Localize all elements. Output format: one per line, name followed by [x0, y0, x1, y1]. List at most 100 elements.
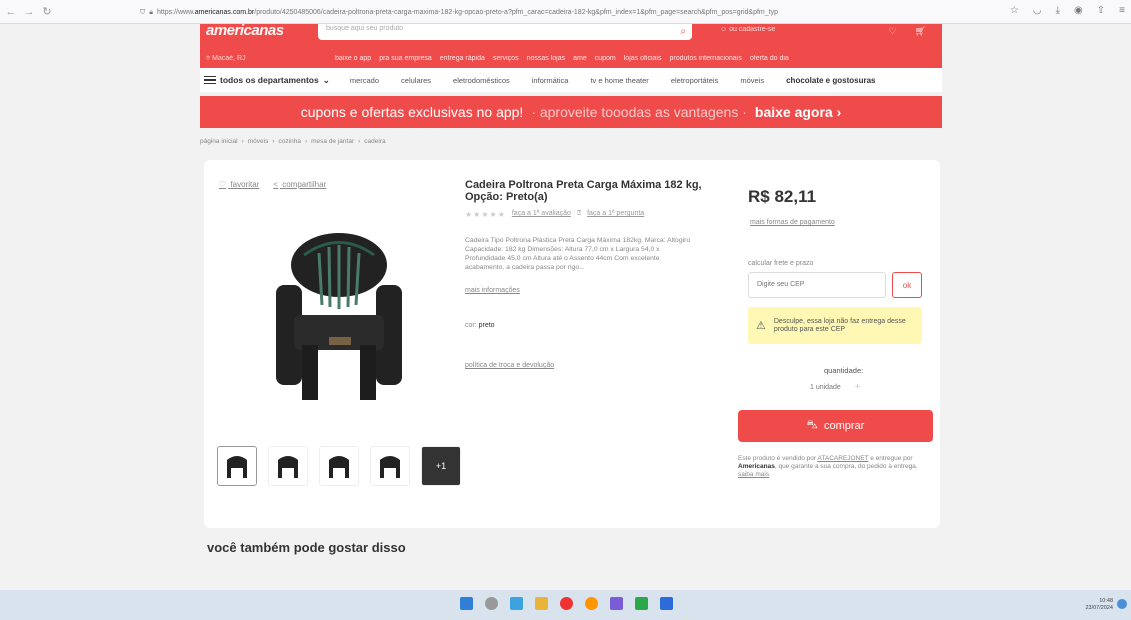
quick-link[interactable]: nossas lojas [527, 55, 566, 62]
quick-link[interactable]: oferta do dia [750, 55, 789, 62]
cart-icon[interactable]: 🛒︎ [915, 26, 926, 37]
pin-icon: ⌾ [206, 55, 211, 62]
product-image[interactable] [264, 225, 414, 410]
category-bar: todos os departamentos ⌄ mercado celulare… [200, 68, 942, 92]
seller-link[interactable]: ATACAREJONET [818, 455, 869, 462]
promo-banner[interactable]: cupons e ofertas exclusivas no app! · ap… [200, 96, 942, 128]
quick-link[interactable]: produtos internacionais [670, 55, 742, 62]
breadcrumb-separator: › [272, 138, 275, 145]
cep-input[interactable]: Digite seu CEP [748, 272, 886, 298]
quick-link[interactable]: pra sua empresa [379, 55, 432, 62]
favorite-link[interactable]: ♡ favoritar [219, 180, 259, 189]
more-images-thumbnail[interactable]: +1 [421, 446, 461, 486]
heart-icon[interactable]: ♡ [888, 26, 896, 37]
thumbnail[interactable] [370, 446, 410, 486]
category-item[interactable]: eletrodomésticos [453, 76, 510, 85]
thumbnail[interactable] [268, 446, 308, 486]
rating-row: ★★★★★ faça a 1ª avaliação ⍰ faça a 1ª pe… [465, 210, 644, 219]
warning-icon: ⚠ [756, 319, 766, 332]
bag-icon: ⛍ [806, 419, 818, 431]
breadcrumb-item[interactable]: mesa de jantar [311, 138, 354, 145]
download-icon[interactable]: ⤓ [1056, 5, 1060, 16]
quick-link[interactable]: lojas oficiais [624, 55, 662, 62]
chevron-down-icon: ⌄ [322, 74, 330, 85]
reload-icon[interactable]: ↻ [40, 5, 54, 19]
category-item[interactable]: informática [532, 76, 569, 85]
more-info-link[interactable]: mais informações [465, 287, 520, 294]
share-link[interactable]: < compartilhar [273, 180, 326, 189]
category-item[interactable]: tv e home theater [590, 76, 648, 85]
firefox-icon[interactable] [585, 597, 598, 610]
product-description: Cadeira Tipo Poltrona Plástica Preta Car… [465, 237, 691, 271]
address-bar[interactable]: ⛉ 🔒︎ https://www.americanas.com.br/produ… [140, 5, 960, 20]
breadcrumb-separator: › [358, 138, 361, 145]
notification-icon[interactable] [1117, 599, 1127, 609]
excel-icon[interactable] [635, 597, 648, 610]
breadcrumb-separator: › [304, 138, 308, 145]
thumbnail[interactable] [319, 446, 359, 486]
quick-links: baixe o app pra sua empresa entrega rápida… [335, 55, 789, 62]
search-icon[interactable] [485, 597, 498, 610]
category-item[interactable]: eletroportáteis [671, 76, 719, 85]
buy-button[interactable]: ⛍ comprar [738, 410, 933, 442]
search-icon[interactable]: ⌕ [680, 26, 686, 37]
shipping-label: calcular frete e prazo [748, 260, 814, 267]
product-card: ♡ favoritar < compartilhar +1 Cadeira Po… [204, 160, 940, 528]
category-item[interactable]: mercado [350, 76, 379, 85]
app-icon[interactable] [610, 597, 623, 610]
site-header: americanas busque aqui seu produto ⌕ ☺ o… [200, 22, 942, 68]
shield-icon: ⛉ [140, 8, 146, 16]
payment-options-link[interactable]: mais formas de pagamento [750, 219, 835, 226]
quantity-stepper[interactable]: 1 unidade + [810, 382, 861, 393]
review-link[interactable]: faça a 1ª avaliação [512, 210, 571, 219]
bookmark-star-icon[interactable]: ☆ [1010, 5, 1019, 16]
cep-ok-button[interactable]: ok [892, 272, 922, 298]
logo[interactable]: americanas [206, 22, 284, 39]
thumbnail-strip: +1 [217, 446, 461, 486]
suggestions-title: você também pode gostar disso [207, 540, 406, 555]
search-input[interactable]: busque aqui seu produto ⌕ [318, 24, 692, 40]
edge-icon[interactable] [510, 597, 523, 610]
heart-icon: ♡ [219, 180, 227, 189]
plus-icon[interactable]: + [855, 382, 861, 393]
star-rating-icon: ★★★★★ [465, 210, 506, 219]
quick-link[interactable]: serviços [493, 55, 519, 62]
all-departments-menu[interactable]: todos os departamentos ⌄ [204, 75, 330, 86]
hamburger-icon [204, 76, 216, 84]
question-icon: ⍰ [576, 210, 582, 217]
delivery-warning: ⚠ Desculpe, essa loja não faz entrega de… [748, 307, 922, 344]
user-login[interactable]: ☺ ou cadastre-se [720, 26, 775, 33]
clock[interactable]: 10:48 23/07/2024 [1085, 598, 1113, 612]
return-policy-link[interactable]: política de troca e devolução [465, 362, 554, 369]
breadcrumb-item[interactable]: página inicial [200, 138, 238, 145]
quick-link[interactable]: entrega rápida [440, 55, 485, 62]
word-icon[interactable] [660, 597, 673, 610]
product-title: Cadeira Poltrona Preta Carga Máxima 182 … [465, 179, 702, 203]
quantity-label: quantidade: [824, 366, 864, 375]
pocket-icon[interactable]: ◡ [1033, 5, 1042, 16]
quick-link[interactable]: ame [573, 55, 587, 62]
back-icon[interactable]: ← [4, 5, 18, 19]
forward-icon[interactable]: → [22, 5, 36, 19]
category-item[interactable]: móveis [740, 76, 764, 85]
chrome-icon[interactable] [560, 597, 573, 610]
breadcrumb-item[interactable]: móveis [248, 138, 269, 145]
account-icon[interactable]: ◉ [1074, 5, 1083, 16]
color-value: preto [478, 322, 495, 329]
lock-icon: 🔒︎ [149, 8, 153, 16]
breadcrumb-item[interactable]: cadeira [364, 138, 385, 145]
folder-icon[interactable] [535, 597, 548, 610]
thumbnail[interactable] [217, 446, 257, 486]
quick-link[interactable]: baixe o app [335, 55, 371, 62]
breadcrumb-item[interactable]: cozinha [279, 138, 301, 145]
menu-icon[interactable]: ≡ [1119, 5, 1125, 16]
category-item-highlight[interactable]: chocolate e gostosuras [786, 76, 875, 85]
location[interactable]: ⌾ Macaé, RJ [206, 55, 246, 63]
share-icon: < [273, 180, 278, 189]
windows-start-icon[interactable] [460, 597, 473, 610]
learn-more-link[interactable]: saiba mais [738, 471, 769, 478]
quick-link[interactable]: cupom [595, 55, 616, 62]
extensions-icon[interactable]: ⇧ [1097, 5, 1105, 16]
category-item[interactable]: celulares [401, 76, 431, 85]
question-link[interactable]: faça a 1ª pergunta [587, 210, 644, 219]
